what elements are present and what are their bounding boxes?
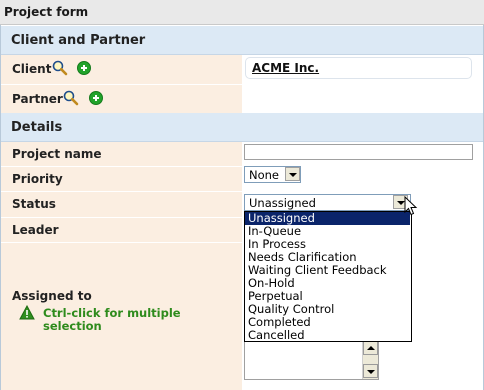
project-name-input[interactable] — [244, 144, 473, 160]
warning-icon — [19, 304, 35, 320]
scroll-down-icon[interactable] — [363, 364, 378, 378]
client-value-link[interactable]: ACME Inc. — [252, 61, 319, 75]
section-details-title: Details — [11, 120, 63, 135]
client-search-icon[interactable] — [52, 60, 68, 76]
partner-search-icon[interactable] — [63, 90, 79, 106]
project-name-label: Project name — [12, 147, 102, 161]
client-add-icon[interactable] — [77, 61, 91, 75]
multi-select-hint: Ctrl-click for multiple selection — [43, 306, 181, 333]
assigned-to-listbox[interactable] — [244, 340, 379, 380]
leader-label: Leader — [12, 223, 59, 237]
partner-add-icon[interactable] — [89, 91, 103, 105]
priority-label: Priority — [12, 172, 63, 186]
form-title: Project form — [4, 5, 89, 19]
assigned-to-label: Assigned to — [12, 289, 92, 303]
assigned-to-scrollbar[interactable] — [362, 341, 378, 379]
mouse-pointer-icon — [404, 195, 418, 216]
partner-label: Partner — [12, 92, 63, 106]
section-details — [1, 113, 483, 142]
status-label: Status — [12, 197, 56, 211]
status-select-value: Unassigned — [249, 196, 316, 210]
status-option[interactable]: Cancelled — [245, 329, 410, 342]
priority-select-value: None — [249, 168, 280, 182]
section-client-partner-title: Client and Partner — [11, 33, 146, 48]
priority-chevron-down-icon[interactable] — [285, 167, 300, 181]
scroll-up-icon[interactable] — [363, 341, 378, 355]
client-label: Client — [12, 62, 52, 76]
